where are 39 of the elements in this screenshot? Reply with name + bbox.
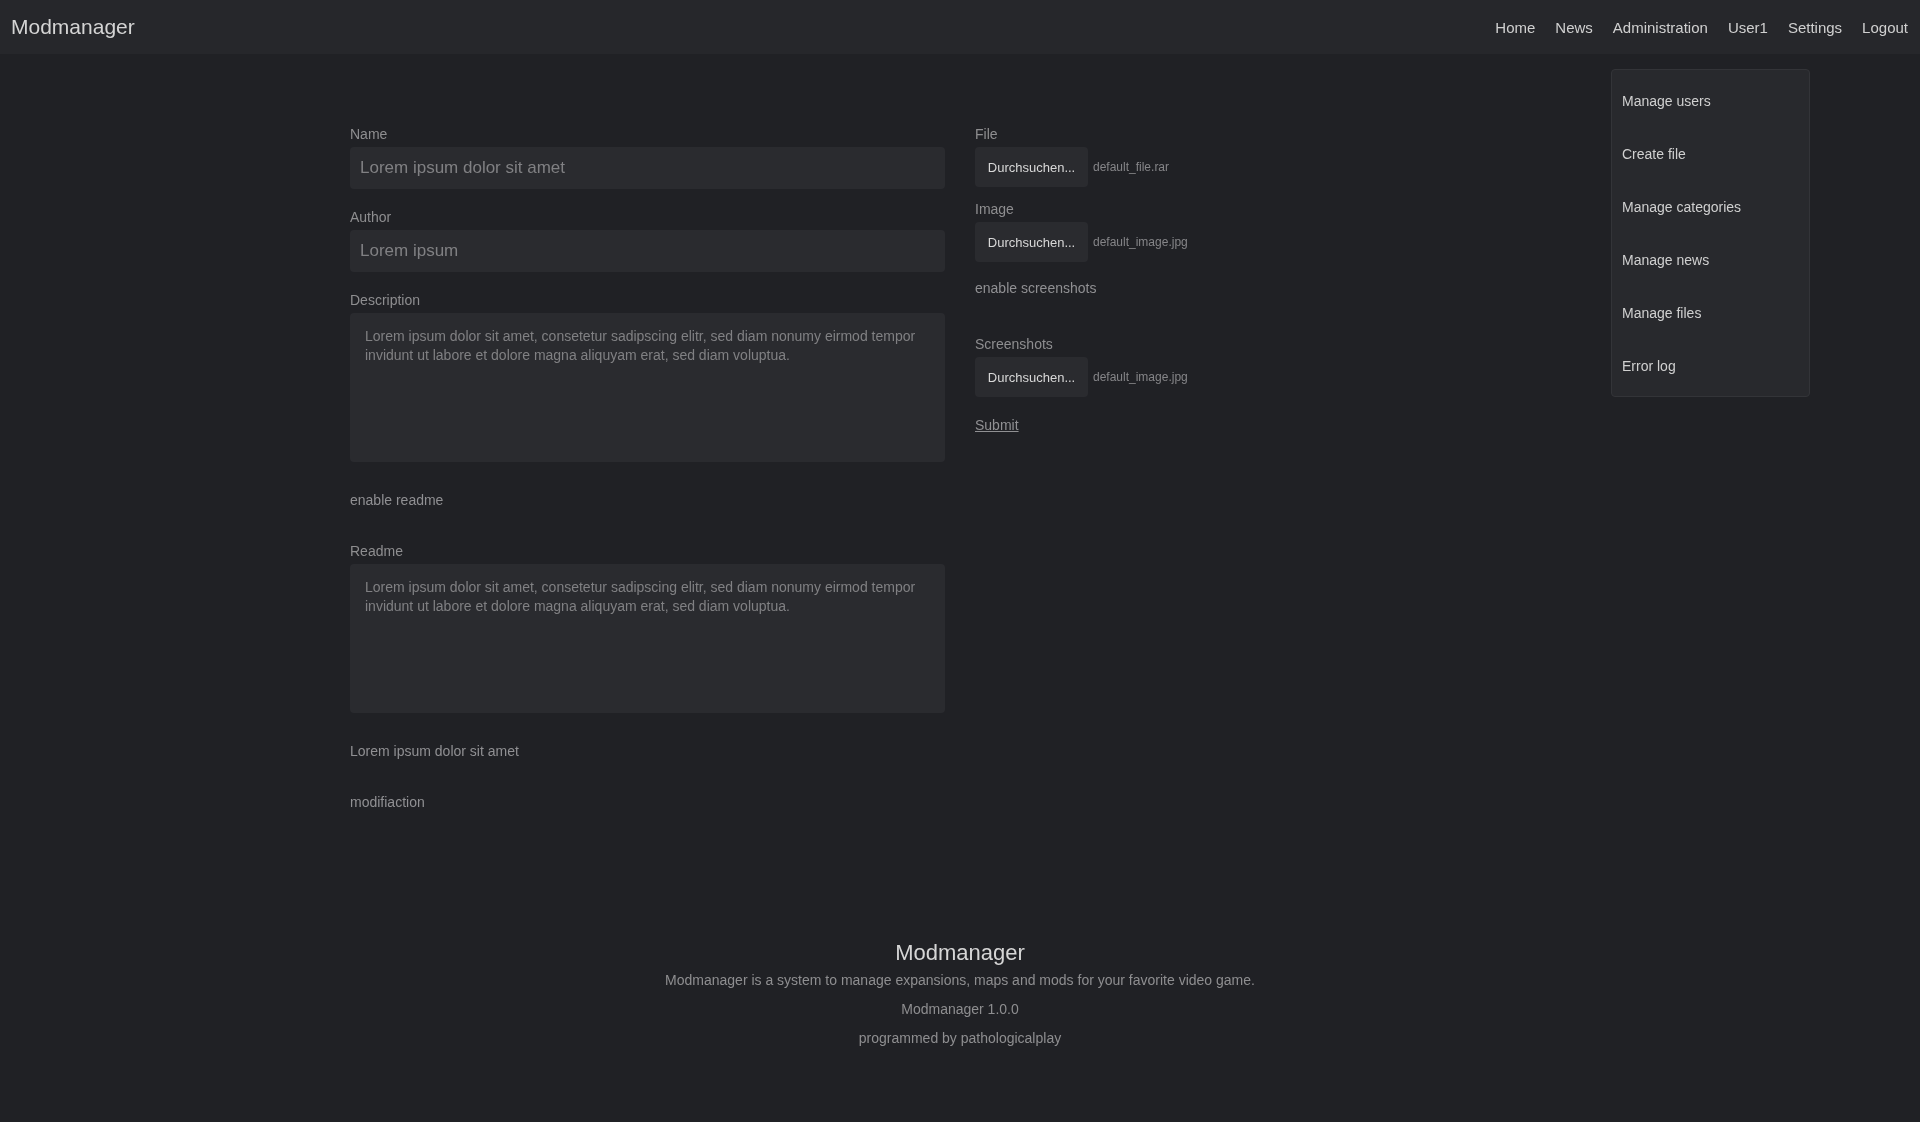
nav-link[interactable]: Settings xyxy=(1787,18,1843,36)
menu-item[interactable]: Manage categories xyxy=(1612,198,1809,215)
field-label: Screenshots xyxy=(975,336,1053,352)
text-input[interactable]: Lorem ipsum xyxy=(350,230,945,272)
credit-text: programmed by pathologicalplay xyxy=(858,1030,1062,1046)
field-label: Image xyxy=(975,201,1014,217)
text-area[interactable]: Lorem ipsum dolor sit amet, consetetur sadipscing elitr, sed diam nonumy eirmod tempor invidunt ut labore et dolore magna aliquyam erat, sed diam voluptua. xyxy=(350,564,945,713)
file-name: default_file.rar xyxy=(1093,160,1170,174)
form-text: Lorem ipsum dolor sit amet xyxy=(350,743,519,759)
nav-link[interactable]: User1 xyxy=(1727,18,1768,36)
form-text: modifiaction xyxy=(350,794,425,810)
version-text: Modmanager 1.0.0 xyxy=(901,1001,1019,1017)
menu-item[interactable]: Error log xyxy=(1612,357,1809,374)
footer-title: Modmanager xyxy=(895,940,1025,966)
file-name: default_image.jpg xyxy=(1093,235,1188,249)
field-label: Description xyxy=(350,292,421,308)
text-area[interactable]: Lorem ipsum dolor sit amet, consetetur sadipscing elitr, sed diam nonumy eirmod tempor invidunt ut labore et dolore magna aliquyam erat, sed diam voluptua. xyxy=(350,313,945,462)
form-text: enable screenshots xyxy=(975,280,1097,296)
footer-description: Modmanager is a system to manage expansions, maps and mods for your favorite video game. xyxy=(665,972,1255,988)
field-label: Readme xyxy=(350,543,403,559)
nav-link[interactable]: Home xyxy=(1495,18,1536,36)
menu-item[interactable]: Manage files xyxy=(1612,304,1809,321)
nav-link[interactable]: News xyxy=(1555,18,1593,36)
field-label: Author xyxy=(350,209,392,225)
brand-link[interactable]: Modmanager xyxy=(11,15,135,39)
browse-button[interactable]: Durchsuchen... xyxy=(975,222,1088,262)
menu-item[interactable]: Manage users xyxy=(1612,92,1809,109)
browse-button[interactable]: Durchsuchen... xyxy=(975,357,1088,397)
nav-link[interactable]: Logout xyxy=(1862,18,1908,36)
browse-button[interactable]: Durchsuchen... xyxy=(975,147,1088,187)
field-label: Name xyxy=(350,126,388,142)
nav-link[interactable]: Administration xyxy=(1612,18,1708,36)
field-label: File xyxy=(975,126,998,142)
text-input[interactable]: Lorem ipsum dolor sit amet xyxy=(350,147,945,189)
menu-item[interactable]: Create file xyxy=(1612,145,1809,162)
form-text: enable readme xyxy=(350,492,444,508)
menu-item[interactable]: Manage news xyxy=(1612,251,1809,268)
file-name: default_image.jpg xyxy=(1093,370,1188,384)
submit-link[interactable]: Submit xyxy=(975,417,1019,433)
